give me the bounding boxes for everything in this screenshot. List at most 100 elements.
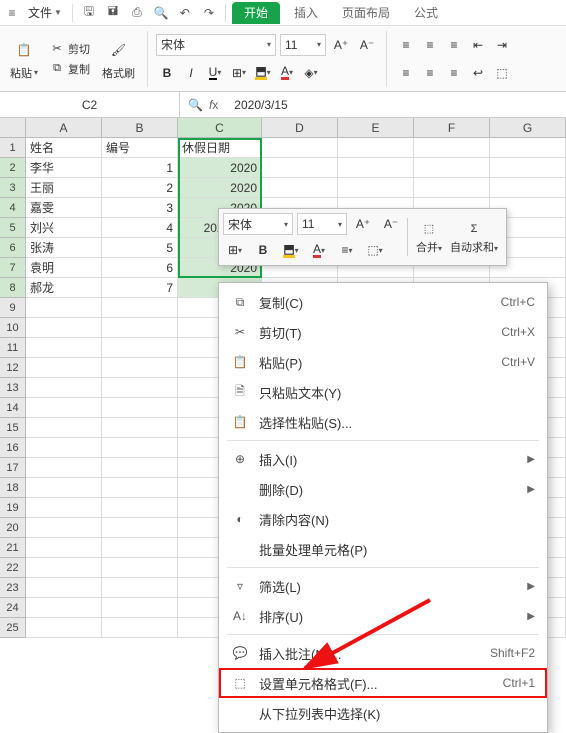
tab-formula[interactable]: 公式 — [404, 0, 448, 26]
cell[interactable]: 编号 — [102, 138, 178, 158]
align-bottom-button[interactable]: ≡ — [443, 34, 465, 56]
cell[interactable] — [414, 178, 490, 198]
col-header-E[interactable]: E — [338, 118, 414, 138]
row-header[interactable]: 9 — [0, 298, 26, 318]
cell[interactable] — [26, 338, 102, 358]
cell[interactable]: 5 — [102, 238, 178, 258]
mini-font-color-button[interactable]: A▾ — [307, 239, 331, 261]
mini-increase-font[interactable]: A⁺ — [351, 213, 375, 235]
cell[interactable] — [490, 138, 566, 158]
cm-paste-special[interactable]: 📋 选择性粘贴(S)... — [219, 407, 547, 437]
tab-insert[interactable]: 插入 — [284, 0, 328, 26]
cell[interactable]: 张涛 — [26, 238, 102, 258]
cell[interactable]: 6 — [102, 258, 178, 278]
cell[interactable] — [26, 298, 102, 318]
cell[interactable] — [102, 398, 178, 418]
indent-decrease-button[interactable]: ⇤ — [467, 34, 489, 56]
row-header[interactable]: 8 — [0, 278, 26, 298]
font-name-select[interactable]: 宋体▾ — [156, 34, 276, 56]
mini-border-button[interactable]: ⊞▾ — [223, 239, 247, 261]
row-header[interactable]: 19 — [0, 498, 26, 518]
row-header[interactable]: 11 — [0, 338, 26, 358]
cell[interactable]: 嘉雯 — [26, 198, 102, 218]
save-icon[interactable]: 🖫 — [79, 3, 99, 23]
fx-icon[interactable]: fx — [209, 98, 218, 112]
app-menu-icon[interactable]: ≡ — [4, 5, 20, 21]
undo-icon[interactable]: ↶ — [175, 3, 195, 23]
file-menu[interactable]: 文件 ▼ — [24, 4, 66, 21]
cm-sort[interactable]: A↓ 排序(U) ▶ — [219, 601, 547, 631]
cm-filter[interactable]: ▿ 筛选(L) ▶ — [219, 571, 547, 601]
mini-size-select[interactable]: 11▾ — [297, 213, 347, 235]
row-header[interactable]: 2 — [0, 158, 26, 178]
mini-format-button[interactable]: ⬚▾ — [363, 239, 387, 261]
cell[interactable] — [102, 618, 178, 638]
cell[interactable] — [262, 178, 338, 198]
mini-bold-button[interactable]: B — [251, 239, 275, 261]
cell[interactable]: 休假日期 — [178, 138, 262, 158]
col-header-B[interactable]: B — [102, 118, 178, 138]
cell[interactable] — [26, 618, 102, 638]
cm-format-cells[interactable]: ⬚ 设置单元格格式(F)... Ctrl+1 — [219, 668, 547, 698]
underline-button[interactable]: U▾ — [204, 62, 226, 84]
col-header-A[interactable]: A — [26, 118, 102, 138]
row-header[interactable]: 21 — [0, 538, 26, 558]
cm-copy[interactable]: ⧉ 复制(C) Ctrl+C — [219, 287, 547, 317]
cell[interactable]: 2020 — [178, 178, 262, 198]
row-header[interactable]: 18 — [0, 478, 26, 498]
cell[interactable] — [338, 138, 414, 158]
cell[interactable] — [102, 518, 178, 538]
cut-button[interactable]: ✂剪切 — [48, 40, 92, 58]
mini-align-button[interactable]: ≡▾ — [335, 239, 359, 261]
row-header[interactable]: 4 — [0, 198, 26, 218]
cell[interactable] — [102, 538, 178, 558]
cell[interactable]: 1 — [102, 158, 178, 178]
cell[interactable] — [102, 458, 178, 478]
row-header[interactable]: 15 — [0, 418, 26, 438]
cell[interactable] — [102, 338, 178, 358]
cell[interactable] — [490, 158, 566, 178]
cm-batch[interactable]: 批量处理单元格(P) — [219, 534, 547, 564]
cell[interactable] — [26, 578, 102, 598]
cell[interactable]: 4 — [102, 218, 178, 238]
merge-button[interactable]: ⬚ — [491, 62, 513, 84]
cell[interactable] — [262, 158, 338, 178]
tab-start[interactable]: 开始 — [232, 2, 280, 24]
cm-cut[interactable]: ✂ 剪切(T) Ctrl+X — [219, 317, 547, 347]
col-header-C[interactable]: C — [178, 118, 262, 138]
indent-increase-button[interactable]: ⇥ — [491, 34, 513, 56]
formula-input[interactable]: 2020/3/15 — [226, 98, 566, 112]
copy-button[interactable]: ⧉复制 — [48, 60, 92, 78]
cell[interactable] — [26, 418, 102, 438]
cell[interactable] — [26, 518, 102, 538]
cell[interactable] — [338, 178, 414, 198]
cell[interactable]: 7 — [102, 278, 178, 298]
name-box[interactable]: C2 — [0, 92, 180, 117]
cell[interactable] — [102, 438, 178, 458]
col-header-G[interactable]: G — [490, 118, 566, 138]
cell[interactable] — [26, 538, 102, 558]
cm-comment[interactable]: 💬 插入批注(M)... Shift+F2 — [219, 638, 547, 668]
row-header[interactable]: 6 — [0, 238, 26, 258]
cm-delete[interactable]: 删除(D) ▶ — [219, 474, 547, 504]
cell[interactable]: 姓名 — [26, 138, 102, 158]
border-button[interactable]: ⊞▾ — [228, 62, 250, 84]
cell[interactable] — [262, 138, 338, 158]
cm-paste-text[interactable]: 🗎 只粘贴文本(Y) — [219, 377, 547, 407]
cell[interactable] — [26, 358, 102, 378]
redo-icon[interactable]: ↷ — [199, 3, 219, 23]
align-right-button[interactable]: ≡ — [443, 62, 465, 84]
cell[interactable] — [102, 558, 178, 578]
italic-button[interactable]: I — [180, 62, 202, 84]
cell[interactable]: 刘兴 — [26, 218, 102, 238]
paste-button[interactable]: 📋 粘贴▾ — [6, 35, 42, 83]
cell[interactable] — [26, 478, 102, 498]
cell[interactable]: 王丽 — [26, 178, 102, 198]
cell[interactable] — [102, 358, 178, 378]
cell[interactable] — [102, 598, 178, 618]
cell[interactable] — [26, 438, 102, 458]
row-header[interactable]: 22 — [0, 558, 26, 578]
row-header[interactable]: 16 — [0, 438, 26, 458]
cell[interactable] — [102, 478, 178, 498]
print-icon[interactable]: ⎙ — [127, 3, 147, 23]
